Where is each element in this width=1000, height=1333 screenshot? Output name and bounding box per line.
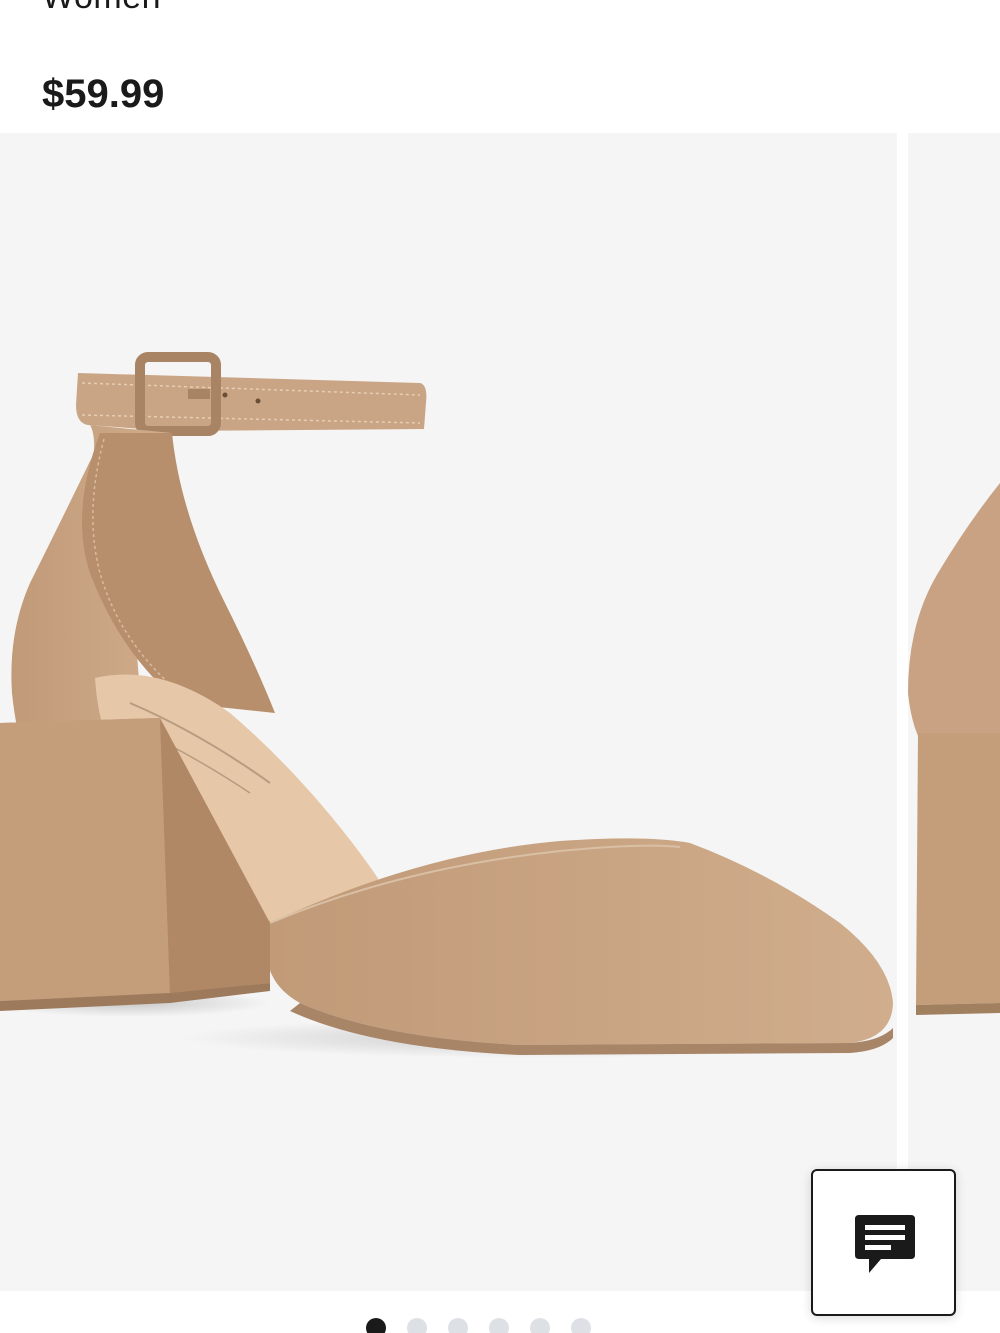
carousel-pagination: [366, 1318, 591, 1333]
product-image-next[interactable]: [908, 133, 1000, 1291]
carousel-dot-4[interactable]: [489, 1318, 509, 1333]
product-gender-label: Women: [42, 0, 161, 17]
carousel-dot-3[interactable]: [448, 1318, 468, 1333]
carousel-dot-1[interactable]: [366, 1318, 386, 1333]
product-image-main[interactable]: [0, 133, 897, 1291]
product-page: Women $59.99: [0, 0, 1000, 1333]
carousel-dot-6[interactable]: [571, 1318, 591, 1333]
carousel-dot-2[interactable]: [407, 1318, 427, 1333]
shoe-image-next: [908, 483, 1000, 1015]
chat-button[interactable]: [811, 1169, 956, 1316]
carousel-dot-5[interactable]: [530, 1318, 550, 1333]
product-price: $59.99: [42, 72, 165, 116]
shoe-image: [0, 352, 897, 1058]
chat-icon: [855, 1215, 915, 1273]
image-carousel[interactable]: [0, 133, 1000, 1316]
